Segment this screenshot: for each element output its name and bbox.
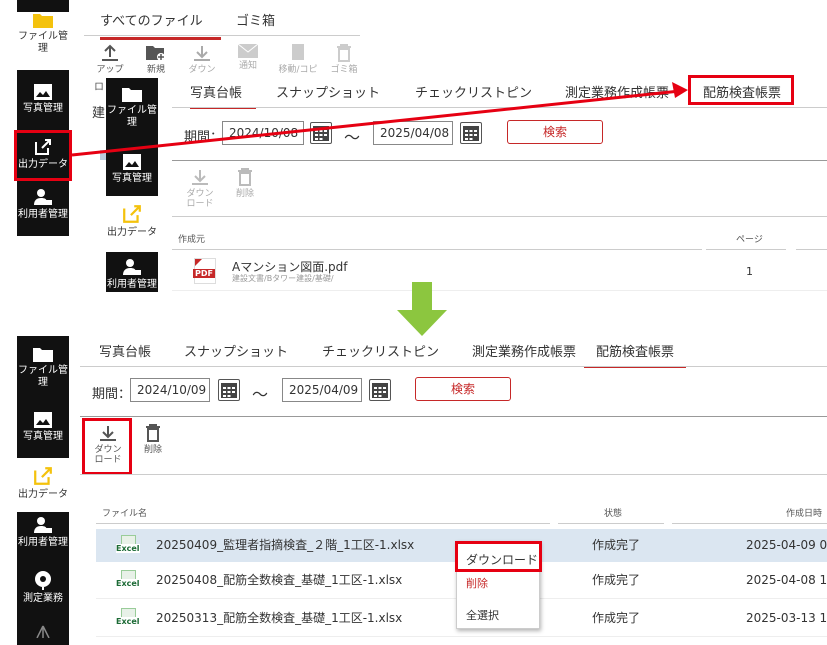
file-name: 20250409_監理者指摘検査_２階_1工区-1.xlsx xyxy=(156,538,415,552)
bottom-tab-checklist-pin[interactable]: チェックリストピン xyxy=(322,341,439,360)
bottom-tab-photo-ledger[interactable]: 写真台帳 xyxy=(99,341,151,360)
bottom-calendar-from-icon[interactable] xyxy=(218,379,240,401)
bottom-tab-rebar-inspection[interactable]: 配筋検査帳票 xyxy=(584,341,687,368)
bottom-sidebar-label-photo: 写真管理 xyxy=(23,431,63,442)
excel-badge: Excel xyxy=(116,579,140,588)
bottom-col-name: ファイル名 xyxy=(102,509,148,519)
bottom-sidebar-item-file[interactable]: ファイル管理 xyxy=(17,346,69,389)
file-name: 20250408_配筋全数検査_基礎_1工区-1.xlsx xyxy=(156,573,403,587)
bottom-sidebar-label-measure: 測定業務 xyxy=(23,593,63,604)
bottom-tab-measurement-report[interactable]: 測定業務作成帳票 xyxy=(472,341,576,360)
bottom-col-date: 作成日時 xyxy=(786,509,823,519)
bottom-col-status: 状態 xyxy=(604,509,623,519)
file-date: 2025-04-09 09 xyxy=(746,538,827,552)
file-status: 作成完了 xyxy=(592,538,641,552)
bottom-sidebar-item-output[interactable]: 出力データ xyxy=(17,458,69,512)
context-menu-select-all[interactable]: 全選択 xyxy=(466,607,499,623)
excel-file-icon: Excel xyxy=(116,608,140,628)
trash-icon xyxy=(146,424,160,442)
green-down-arrow xyxy=(397,282,447,336)
file-date: 2025-04-08 16 xyxy=(746,573,827,587)
external-link-icon xyxy=(34,467,52,485)
file-status: 作成完了 xyxy=(592,573,641,587)
bottom-sidebar-item-users[interactable]: 利用者管理 xyxy=(17,516,69,549)
bottom-sidebar-item-measure[interactable]: 測定業務 xyxy=(17,570,69,605)
excel-badge: Excel xyxy=(116,544,140,553)
excel-badge: Excel xyxy=(116,617,140,626)
excel-file-icon: Excel xyxy=(116,570,140,590)
bottom-date-from[interactable]: 2024/10/09 xyxy=(130,378,210,402)
bottom-period-label: 期間： xyxy=(92,387,132,402)
context-menu-delete[interactable]: 削除 xyxy=(466,575,488,591)
file-name: 20250313_配筋全数検査_基礎_1工区-1.xlsx xyxy=(156,611,403,625)
file-date: 2025-03-13 15 xyxy=(746,611,827,625)
bottom-sidebar-label-output: 出力データ xyxy=(18,489,68,500)
measure-icon xyxy=(35,571,51,590)
bottom-tilde: 〜 xyxy=(252,385,269,404)
bottom-sidebar-label-users: 利用者管理 xyxy=(18,537,68,548)
bottom-sidebar-label-file: ファイル管理 xyxy=(18,365,68,388)
excel-file-icon: Excel xyxy=(116,535,140,555)
photo-icon xyxy=(34,412,52,428)
highlight-context-download xyxy=(455,541,542,572)
tripod-icon xyxy=(36,625,50,638)
bottom-calendar-to-icon[interactable] xyxy=(369,379,391,401)
bottom-search-button[interactable]: 検索 xyxy=(415,377,511,401)
bottom-sidebar-item-photo[interactable]: 写真管理 xyxy=(17,412,69,443)
bottom-delete-button[interactable]: 削除 xyxy=(140,424,166,455)
bottom-sidebar: ファイル管理 写真管理 出力データ 利用者管理 測定業務 xyxy=(17,336,69,645)
file-status: 作成完了 xyxy=(592,611,641,625)
bottom-tab-snapshot[interactable]: スナップショット xyxy=(184,341,288,360)
highlight-download-button xyxy=(82,418,132,475)
bottom-sidebar-item-more[interactable] xyxy=(17,624,69,641)
bottom-date-to[interactable]: 2025/04/09 xyxy=(282,378,362,402)
user-lock-icon xyxy=(34,517,52,533)
folder-icon xyxy=(33,348,53,362)
